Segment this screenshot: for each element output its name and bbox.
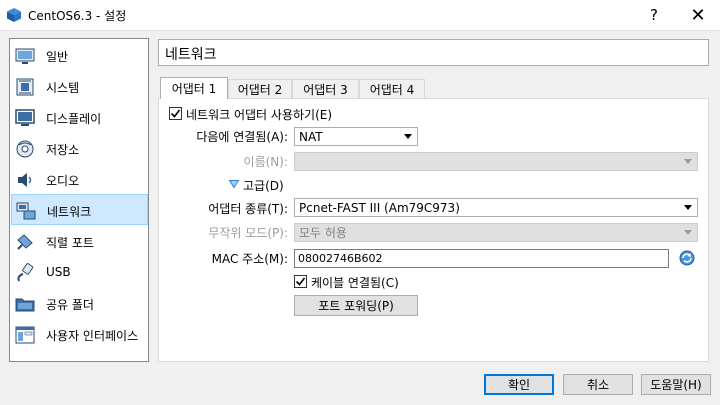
network-icon	[16, 202, 36, 220]
cable-connected-checkbox[interactable]	[294, 275, 307, 288]
cable-connected-label: 케이블 연결됨(C)	[311, 276, 399, 290]
sidebar-item-label: 사용자 인터페이스	[46, 329, 139, 343]
title-bar: CentOS6.3 - 설정 ? ✕	[0, 0, 720, 31]
sidebar-item-label: 일반	[46, 50, 69, 64]
window-title: CentOS6.3 - 설정	[28, 9, 127, 23]
sidebar-item-audio[interactable]: 오디오	[11, 164, 148, 195]
help-title-button[interactable]: ?	[632, 0, 676, 30]
sidebar-item-system[interactable]: 시스템	[11, 71, 148, 102]
tab-adapter-4[interactable]: 어댑터 4	[359, 79, 425, 98]
attached-to-label: 다음에 연결됨(A):	[196, 130, 288, 144]
sidebar-item-display[interactable]: 디스플레이	[11, 102, 148, 133]
tab-adapter-1[interactable]: 어댑터 1	[160, 77, 228, 99]
ok-button[interactable]: 확인	[484, 374, 554, 395]
sidebar-item-label: 공유 폴더	[46, 298, 94, 312]
virtualbox-icon	[7, 8, 21, 22]
chevron-down-icon	[684, 205, 692, 210]
enable-adapter-checkbox[interactable]	[169, 107, 182, 120]
name-label: 이름(N):	[243, 155, 288, 169]
serial-port-icon	[17, 234, 33, 250]
attached-to-select[interactable]: NAT	[294, 127, 418, 146]
speaker-icon	[18, 173, 32, 187]
attached-to-value: NAT	[299, 129, 323, 144]
disk-icon	[16, 140, 34, 158]
tab-adapter-3[interactable]: 어댑터 3	[292, 79, 359, 98]
cancel-button[interactable]: 취소	[563, 374, 633, 395]
sidebar-item-label: 네트워크	[47, 205, 92, 219]
folder-icon	[15, 298, 35, 312]
name-select[interactable]	[294, 152, 698, 171]
enable-adapter-label: 네트워크 어댑터 사용하기(E)	[186, 108, 333, 122]
promiscuous-mode-label: 무작위 모드(P):	[208, 226, 288, 240]
sidebar-item-usb[interactable]: USB	[11, 257, 148, 288]
adapter-type-value: Pcnet-FAST III (Am79C973)	[299, 200, 460, 215]
adapter-type-label: 어댑터 종류(T):	[208, 202, 288, 216]
sidebar-item-label: 직렬 포트	[46, 236, 94, 250]
advanced-toggle[interactable]: 고급(D)	[243, 177, 284, 194]
sidebar-item-label: 저장소	[46, 143, 80, 157]
close-button[interactable]: ✕	[676, 0, 720, 30]
checkmark-icon	[295, 277, 306, 286]
sidebar-item-general[interactable]: 일반	[11, 40, 148, 71]
help-button[interactable]: 도움말(H)	[641, 374, 711, 395]
sidebar-item-label: 디스플레이	[46, 112, 102, 126]
chevron-down-icon	[684, 230, 692, 235]
settings-window: CentOS6.3 - 설정 ? ✕ 일반 시스템 디스플레이 저장소 오디오 …	[0, 0, 720, 405]
promiscuous-mode-value: 모두 허용	[299, 226, 347, 240]
display-icon	[15, 109, 35, 126]
monitor-icon	[15, 48, 35, 64]
sidebar-item-label: USB	[46, 265, 71, 279]
sidebar-item-label: 시스템	[46, 81, 80, 95]
chip-icon	[16, 78, 34, 96]
settings-sidebar: 일반 시스템 디스플레이 저장소 오디오 네트워크 직렬 포트 USB 공유 폴…	[9, 38, 149, 362]
chevron-down-icon	[684, 159, 692, 164]
tab-adapter-2[interactable]: 어댑터 2	[228, 79, 292, 98]
checkmark-icon	[170, 109, 181, 118]
usb-icon	[17, 263, 34, 282]
adapter-type-select[interactable]: Pcnet-FAST III (Am79C973)	[294, 198, 698, 217]
sidebar-item-network[interactable]: 네트워크	[11, 194, 148, 225]
sidebar-item-label: 오디오	[46, 174, 80, 188]
ui-icon	[15, 326, 35, 344]
advanced-expand-icon[interactable]	[229, 180, 239, 188]
sidebar-item-storage[interactable]: 저장소	[11, 133, 148, 164]
section-title: 네트워크	[158, 39, 709, 66]
mac-address-label: MAC 주소(M):	[211, 252, 288, 266]
sidebar-item-shared-folders[interactable]: 공유 폴더	[11, 288, 148, 319]
chevron-down-icon	[404, 134, 412, 139]
refresh-mac-icon[interactable]	[679, 250, 695, 266]
sidebar-item-serial-ports[interactable]: 직렬 포트	[11, 226, 148, 257]
port-forwarding-button[interactable]: 포트 포워딩(P)	[294, 295, 418, 316]
promiscuous-mode-select[interactable]: 모두 허용	[294, 223, 698, 242]
mac-address-input[interactable]: 08002746B602	[294, 249, 669, 268]
sidebar-item-user-interface[interactable]: 사용자 인터페이스	[11, 319, 148, 350]
